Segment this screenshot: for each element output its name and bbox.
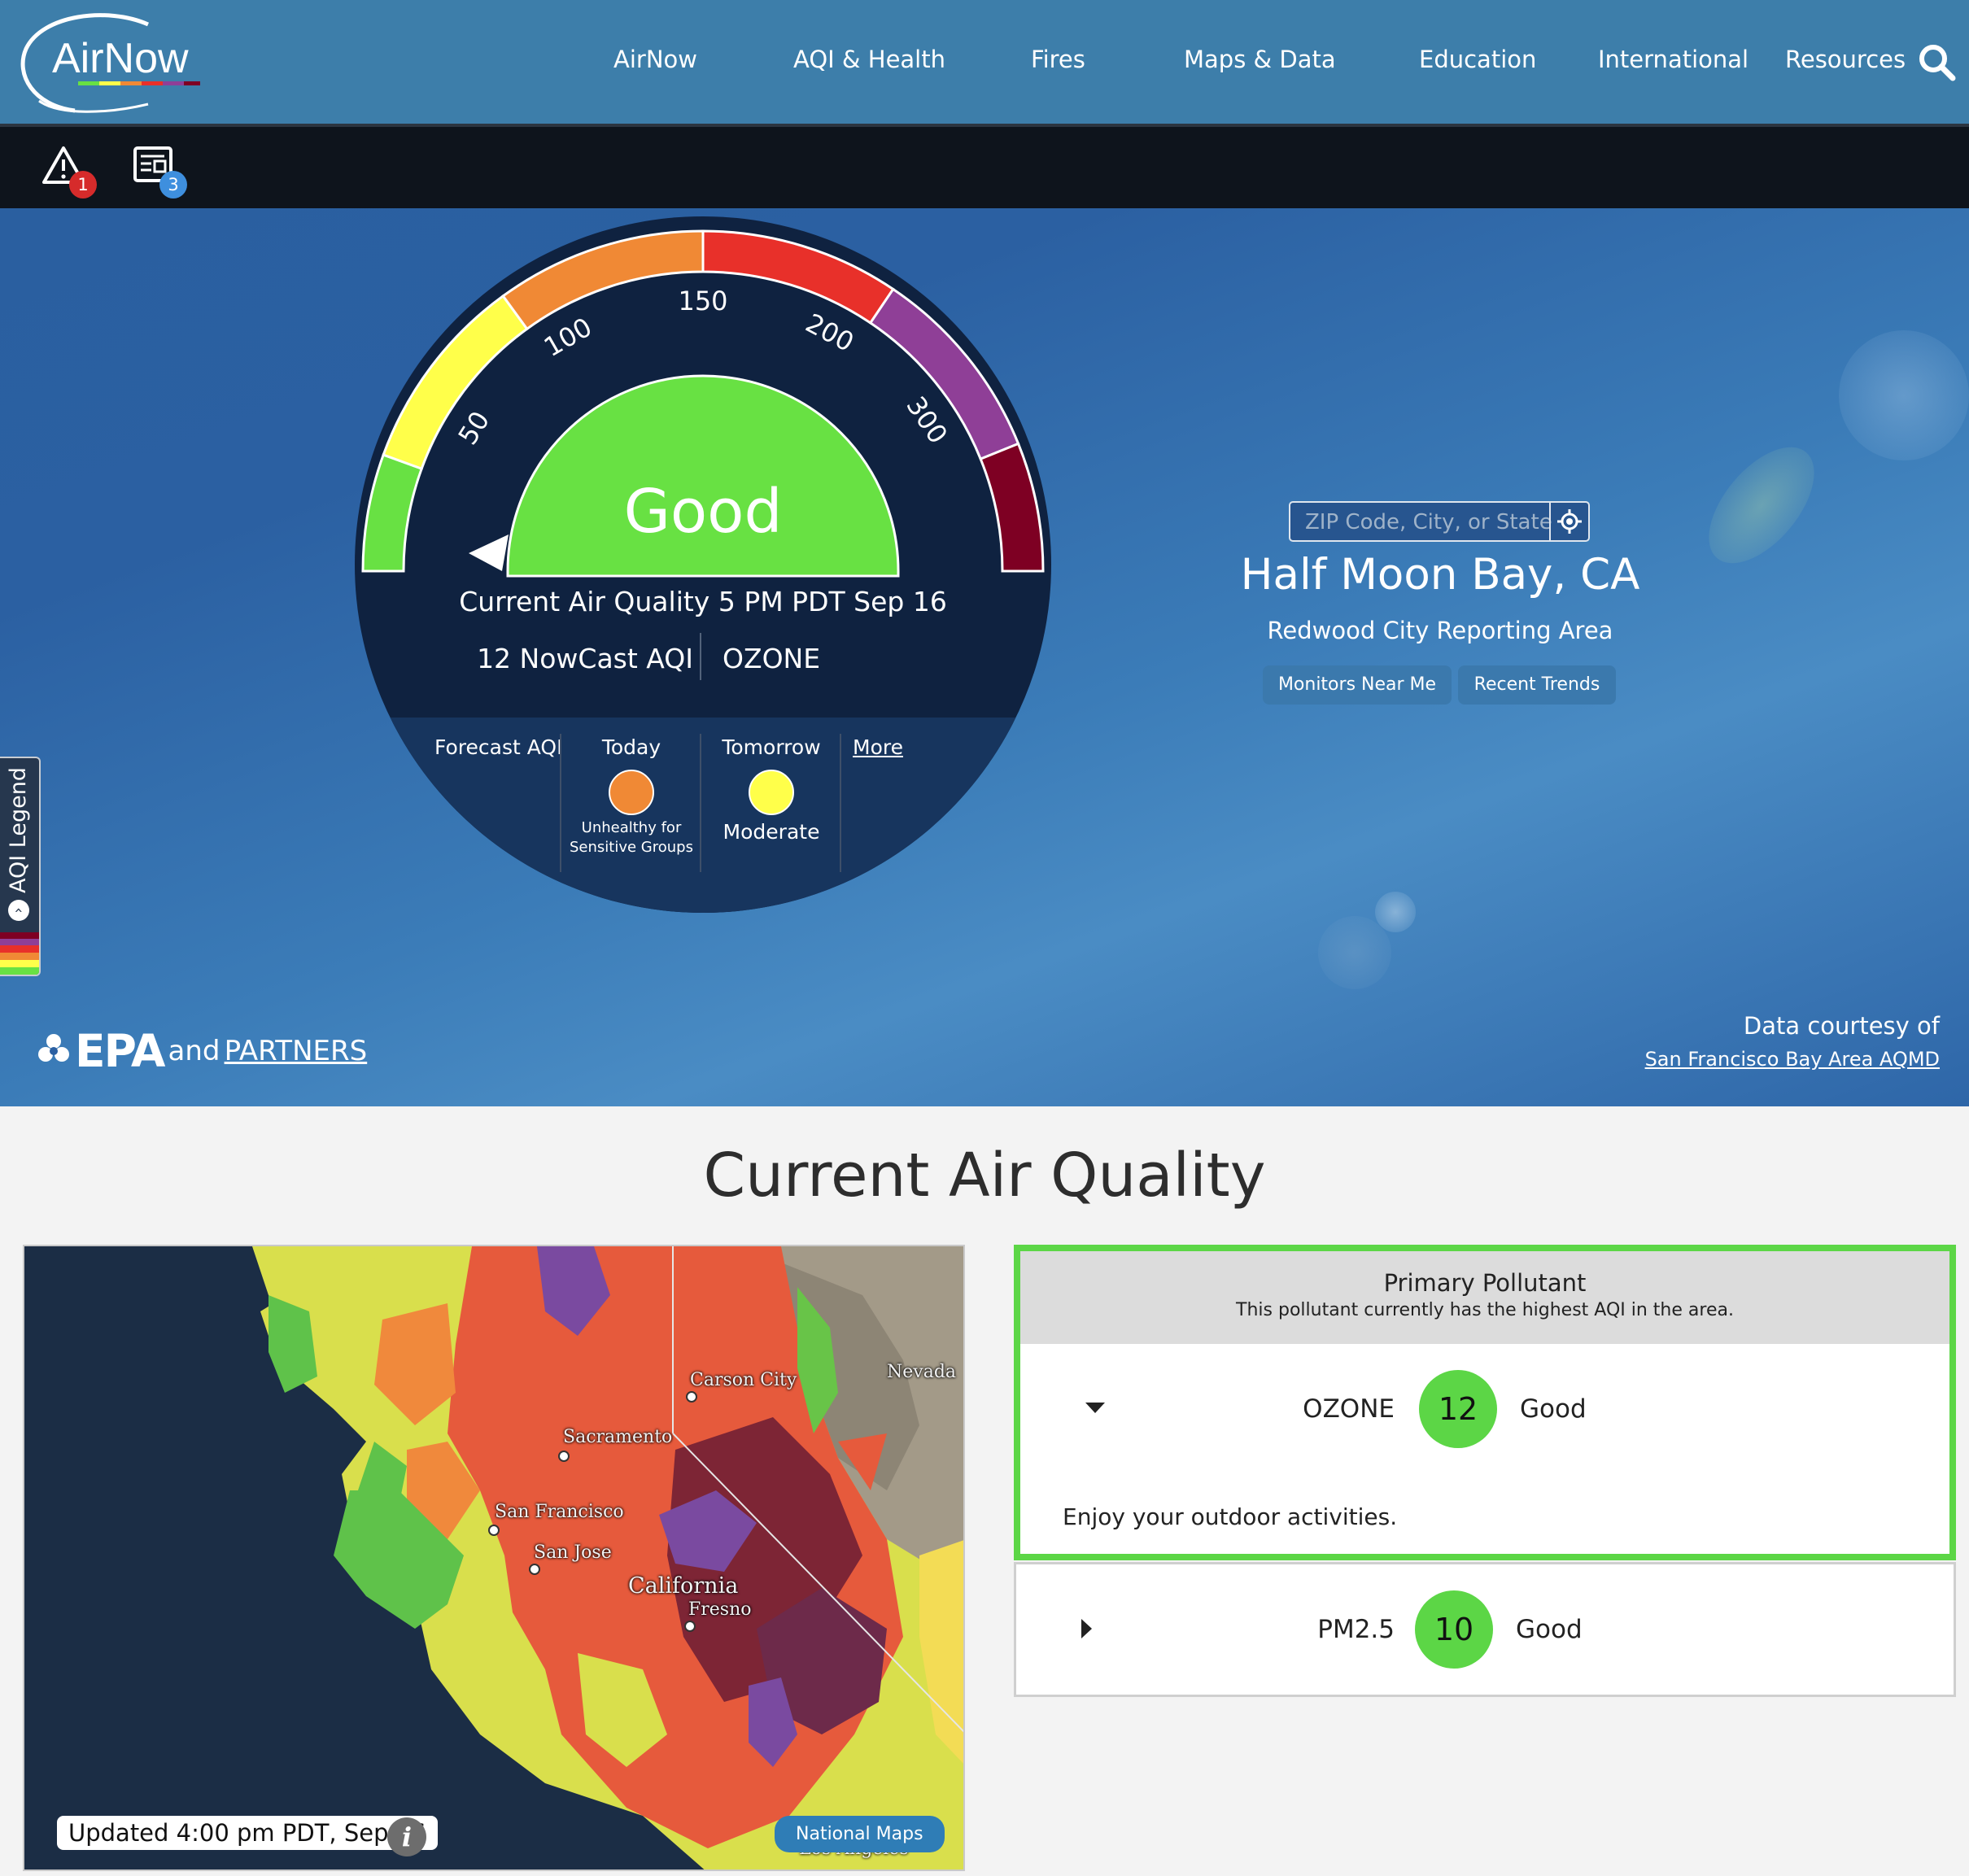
- primary-pollutant-header: Primary Pollutant This pollutant current…: [1020, 1251, 1949, 1344]
- data-courtesy-label: Data courtesy of: [1743, 1012, 1940, 1040]
- forecast-tomorrow-dot: [749, 770, 794, 815]
- epa-logo-text[interactable]: EPA: [75, 1025, 165, 1077]
- monitors-near-me-button[interactable]: Monitors Near Me: [1263, 665, 1452, 705]
- nav-international[interactable]: International: [1598, 46, 1749, 73]
- nav-fires[interactable]: Fires: [1031, 46, 1085, 73]
- data-courtesy: Data courtesy of San Francisco Bay Area …: [1645, 1012, 1940, 1071]
- primary-pollutant-card: Primary Pollutant This pollutant current…: [1014, 1245, 1956, 1560]
- gauge-dial: 50100150200300 Good: [355, 216, 1051, 913]
- gauge-tick-150: 150: [678, 286, 727, 316]
- city-name: Half Moon Bay, CA: [1240, 550, 1640, 600]
- caret-down-icon[interactable]: [1085, 1403, 1105, 1413]
- forecast-today-category-line1: Unhealthy for: [581, 819, 682, 836]
- info-icon[interactable]: i: [387, 1817, 426, 1856]
- divider: [840, 734, 841, 872]
- gauge-category-text: Good: [624, 477, 783, 547]
- divider: [700, 633, 701, 680]
- top-navigation: AirNow AirNow AQI & Health Fires Maps & …: [0, 0, 1969, 124]
- section-title: Current Air Quality: [703, 1141, 1266, 1211]
- forecast-today-category-line2: Sensitive Groups: [570, 839, 693, 856]
- crosshair-icon[interactable]: [1549, 503, 1588, 540]
- pollutant-category: Good: [1520, 1394, 1587, 1424]
- partners-link[interactable]: PARTNERS: [225, 1035, 368, 1067]
- nav-resources[interactable]: Resources: [1785, 46, 1906, 73]
- hero-section: 50 100 150 200 300 Good Current Air Quality …: [0, 208, 1969, 1106]
- alert-count-badge: 1: [69, 171, 97, 199]
- pollutant-message: Enjoy your outdoor activities.: [1063, 1503, 1398, 1530]
- primary-pollutant-title: Primary Pollutant: [1383, 1269, 1587, 1297]
- forecast-tomorrow-label: Tomorrow: [722, 735, 821, 759]
- news-count-badge: 3: [159, 171, 187, 199]
- national-maps-button[interactable]: National Maps: [775, 1816, 945, 1852]
- forecast-aqi-label: Forecast AQI: [434, 735, 563, 759]
- map-updated-time: Updated 4:00 pm PDT, Sep 16: [57, 1816, 438, 1850]
- epa-partners: EPA and PARTNERS: [36, 1025, 367, 1077]
- pollutant-row-ozone[interactable]: OZONE 12 Good: [1020, 1370, 1949, 1451]
- forecast-tomorrow-category: Moderate: [723, 820, 820, 844]
- forecast-today-label: Today: [601, 735, 661, 759]
- pollutant-name: OZONE: [1303, 1394, 1395, 1424]
- map-label-san-jose: San Jose: [534, 1542, 612, 1563]
- news-icon[interactable]: 3: [132, 143, 197, 208]
- nav-airnow[interactable]: AirNow: [613, 46, 697, 73]
- nav-maps-data[interactable]: Maps & Data: [1184, 46, 1336, 73]
- reporting-area: Redwood City Reporting Area: [1267, 617, 1613, 644]
- search-placeholder: ZIP Code, City, or State: [1305, 510, 1552, 534]
- current-pollutant: OZONE: [723, 643, 821, 674]
- pollutant-row-pm25[interactable]: PM2.5 10 Good: [1016, 1590, 1954, 1672]
- caret-right-icon[interactable]: [1081, 1619, 1092, 1638]
- map-label-san-francisco: San Francisco: [495, 1502, 624, 1522]
- map-label-sacramento: Sacramento: [563, 1427, 673, 1447]
- search-icon[interactable]: [1917, 42, 1958, 83]
- air-quality-map[interactable]: Carson City Nevada Sacramento San Franci…: [23, 1245, 965, 1871]
- recent-trends-button[interactable]: Recent Trends: [1458, 665, 1616, 705]
- primary-pollutant-subtitle: This pollutant currently has the highest…: [1236, 1300, 1734, 1320]
- logo-text: AirNow: [52, 35, 189, 82]
- pollutant-category: Good: [1516, 1615, 1583, 1644]
- current-air-quality-label: Current Air Quality 5 PM PDT Sep 16: [459, 586, 947, 617]
- aqi-legend-label: › AQI Legend: [5, 767, 31, 921]
- epa-flower-icon: [36, 1032, 72, 1071]
- map-label-carson-city: Carson City: [690, 1370, 797, 1390]
- pollutant-name: PM2.5: [1317, 1615, 1395, 1644]
- data-source-link[interactable]: San Francisco Bay Area AQMD: [1645, 1048, 1940, 1071]
- map-label-nevada: Nevada: [887, 1362, 957, 1382]
- map-label-california: California: [628, 1573, 739, 1599]
- airnow-logo[interactable]: AirNow: [10, 10, 205, 116]
- lens-flare: [1375, 892, 1416, 932]
- epa-and: and: [168, 1035, 220, 1067]
- chevron-right-icon: ›: [7, 900, 29, 921]
- forecast-today-category: Unhealthy for Sensitive Groups: [561, 818, 701, 857]
- aqi-gauge: 50 100 150 200 300 Good Current Air Quality …: [355, 216, 1051, 913]
- alert-bar: 1 3: [0, 124, 1969, 208]
- warning-icon[interactable]: 1: [41, 143, 106, 208]
- location-search-input[interactable]: ZIP Code, City, or State: [1289, 501, 1590, 542]
- map-canvas: [24, 1246, 963, 1869]
- aqi-color-strip: [0, 932, 39, 975]
- nowcast-row: 12 NowCast AQI OZONE: [355, 628, 1051, 685]
- pollutant-aqi-badge: 12: [1419, 1370, 1497, 1448]
- map-label-fresno: Fresno: [688, 1599, 752, 1620]
- pollutant-card-pm25: PM2.5 10 Good: [1014, 1562, 1956, 1697]
- lens-flare: [1839, 330, 1969, 460]
- pollutant-aqi-badge: 10: [1415, 1590, 1493, 1669]
- nav-education[interactable]: Education: [1419, 46, 1536, 73]
- aqi-legend-tab[interactable]: › AQI Legend: [0, 757, 41, 976]
- lens-flare: [1318, 916, 1391, 989]
- forecast-today-dot: [609, 770, 654, 815]
- nav-aqi-health[interactable]: AQI & Health: [793, 46, 945, 73]
- aqi-legend-text: AQI Legend: [6, 767, 31, 893]
- nowcast-aqi: 12 NowCast AQI: [477, 643, 693, 674]
- forecast-more-link[interactable]: More: [853, 735, 903, 759]
